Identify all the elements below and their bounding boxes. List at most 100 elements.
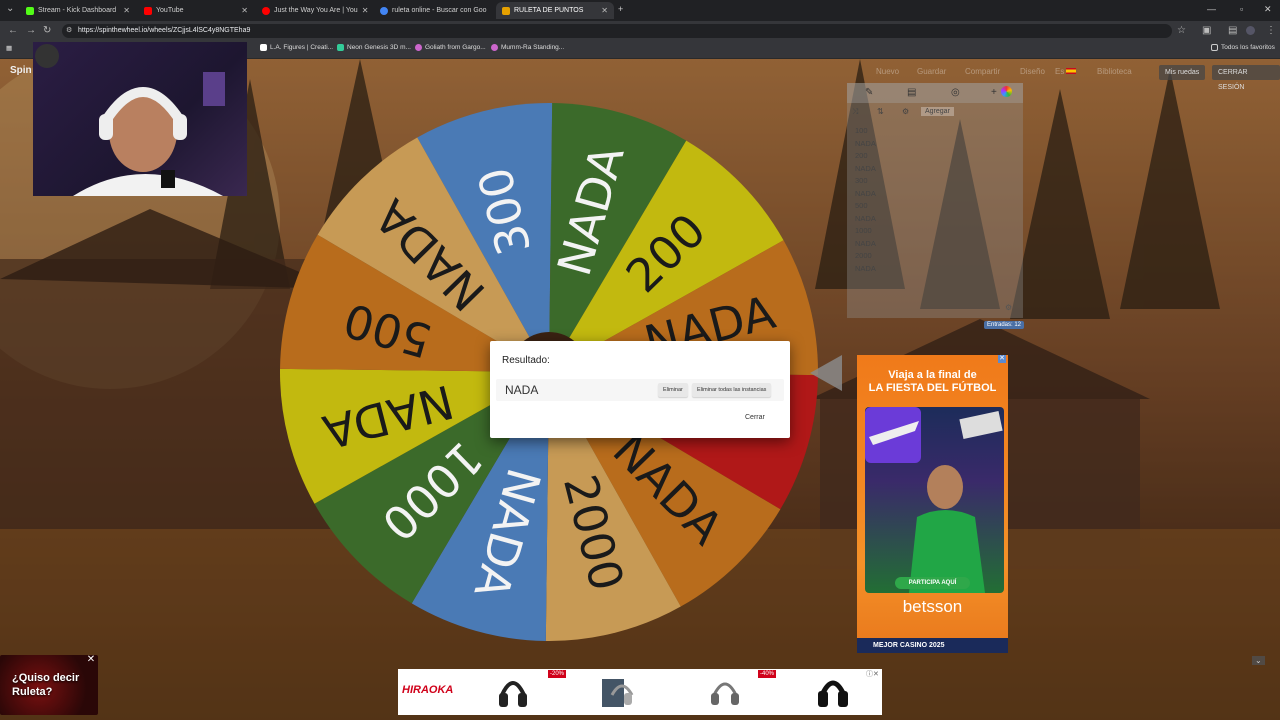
ad-brand: HIRAOKA — [402, 684, 454, 696]
ad-close-icon[interactable]: ✕ — [86, 655, 96, 665]
entry-item[interactable]: NADA — [855, 238, 876, 251]
headset-product[interactable] — [708, 671, 742, 711]
settings-icon[interactable]: ⚙ — [1005, 303, 1012, 312]
discount-badge: -40% — [758, 670, 777, 678]
entry-item[interactable]: 2000 — [855, 250, 876, 263]
hide-icon[interactable]: ◎ — [951, 87, 960, 98]
extensions-icon[interactable]: ▣ — [1202, 25, 1211, 36]
address-bar-row: ← → ↻ https://spinthewheel.io/wheels/ZCj… — [0, 21, 1280, 41]
ad-brand: betsson — [902, 597, 963, 616]
apps-icon[interactable]: ▦ — [6, 44, 12, 52]
entry-item[interactable]: 200 — [855, 150, 876, 163]
bookmark-item[interactable]: Mumm-Ra Standing... — [491, 44, 564, 51]
close-tab-icon[interactable]: ✕ — [601, 6, 608, 15]
close-tab-icon[interactable]: ✕ — [123, 6, 130, 15]
headphones-product[interactable] — [496, 671, 530, 711]
webcam-overlay — [33, 42, 247, 196]
url-input[interactable]: https://spinthewheel.io/wheels/ZCjjsL4lS… — [62, 24, 1172, 38]
result-row: NADA Eliminar Eliminar todas las instanc… — [496, 379, 784, 401]
entries-panel: ✎ ▤ ◎ + ⤨ ⇅ ⚙ Agregar 100 NADA 200 NADA … — [847, 83, 1023, 318]
ad-headline-2: LA FIESTA DEL FÚTBOL — [868, 382, 997, 394]
nav-library[interactable]: Biblioteca — [1097, 67, 1132, 76]
bookmark-item[interactable]: L.A. Figures | Creati... — [260, 44, 333, 51]
ad-cta-button[interactable]: PARTICIPA AQUÍ — [895, 577, 970, 589]
close-tab-icon[interactable]: ✕ — [362, 6, 369, 15]
menu-icon[interactable]: ⋮ — [1266, 25, 1276, 36]
logout-button[interactable]: CERRAR SESIÓN — [1212, 65, 1280, 91]
bookmark-item[interactable]: Neon Genesis 3D m... — [337, 44, 411, 51]
entry-item[interactable]: NADA — [855, 263, 876, 276]
dialog-title: Resultado: — [502, 355, 550, 366]
entry-item[interactable]: NADA — [855, 213, 876, 226]
entry-count-badge: Entradas: 12 — [984, 321, 1025, 329]
betsson-ad[interactable]: ✕ Viaja a la final de LA FIESTA DEL FÚTB… — [857, 355, 1008, 653]
entry-item[interactable]: NADA — [855, 138, 876, 151]
youtube-icon — [144, 6, 152, 15]
ad-text: ¿Quiso decir Ruleta? — [12, 672, 80, 698]
minimize-icon[interactable]: — — [1207, 4, 1216, 14]
reload-icon[interactable]: ↻ — [43, 25, 51, 36]
streamer-image — [35, 44, 225, 196]
youtube-icon — [262, 6, 270, 15]
site-info-icon[interactable]: ⚙ — [66, 26, 72, 34]
gaming-headset-product[interactable] — [816, 671, 850, 711]
panel-subtoolbar: ⤨ ⇅ ⚙ Agregar — [847, 105, 1023, 119]
kick-icon — [26, 6, 34, 15]
tab-ruleta-de-puntos[interactable]: RULETA DE PUNTOS ✕ — [496, 2, 614, 19]
color-wheel-icon[interactable] — [1001, 86, 1012, 97]
back-icon[interactable]: ← — [8, 25, 18, 36]
sidebar-icon[interactable]: ▤ — [1228, 25, 1237, 36]
entry-item[interactable]: NADA — [855, 188, 876, 201]
tab-search-icon[interactable]: ⌄ — [6, 3, 14, 14]
ad-close-icon[interactable]: ⓘ✕ — [866, 669, 879, 679]
new-tab-icon[interactable]: + — [618, 4, 623, 14]
profile-avatar[interactable] — [1246, 26, 1255, 35]
chevron-down-icon[interactable]: ⌄ — [1252, 656, 1265, 665]
spain-flag-icon — [1066, 68, 1076, 74]
entry-item[interactable]: 100 — [855, 125, 876, 138]
hiraoka-ad[interactable]: HIRAOKA -20% -40% ⓘ✕ — [398, 669, 882, 715]
nav-save[interactable]: Guardar — [917, 67, 946, 76]
entry-item[interactable]: 300 — [855, 175, 876, 188]
remove-button[interactable]: Eliminar — [658, 383, 688, 397]
nav-language[interactable]: Es — [1055, 67, 1064, 76]
maximize-icon[interactable]: ▫ — [1240, 4, 1243, 14]
ad-close-icon[interactable]: ✕ — [998, 355, 1006, 363]
ad-headline-1: Viaja a la final de — [888, 369, 977, 381]
wheel-icon — [502, 6, 510, 15]
tab-google-search[interactable]: ruleta online - Buscar con Goo ✕ — [374, 2, 490, 19]
tab-youtube[interactable]: YouTube ✕ — [138, 2, 254, 19]
add-icon[interactable]: + — [991, 87, 997, 98]
close-tab-icon[interactable]: ✕ — [241, 6, 248, 15]
my-wheels-button[interactable]: Mis ruedas — [1159, 65, 1206, 80]
entries-list[interactable]: 100 NADA 200 NADA 300 NADA 500 NADA 1000… — [855, 125, 876, 275]
nav-share[interactable]: Compartir — [965, 67, 1000, 76]
browser-tab-bar: ⌄ Stream - Kick Dashboard ✕ YouTube ✕ Ju… — [0, 0, 1280, 21]
bookmark-item[interactable]: Goliath from Gargo... — [415, 44, 486, 51]
clipboard-icon[interactable]: ▤ — [907, 87, 916, 98]
ad-photo — [865, 407, 1004, 593]
tab-just-the-way[interactable]: Just the Way You Are | You ✕ — [256, 2, 372, 19]
shuffle-icon[interactable]: ⤨ — [852, 107, 858, 117]
sort-icon[interactable]: ⇅ — [877, 107, 884, 116]
headset-product[interactable] — [600, 671, 634, 711]
settings-icon[interactable]: ⚙ — [902, 107, 909, 116]
forward-icon[interactable]: → — [26, 25, 36, 36]
add-entry-button[interactable]: Agregar — [921, 107, 954, 116]
entry-item[interactable]: NADA — [855, 163, 876, 176]
entry-item[interactable]: 1000 — [855, 225, 876, 238]
close-window-icon[interactable]: ✕ — [1264, 4, 1272, 15]
all-bookmarks[interactable]: Todos los favoritos — [1211, 44, 1275, 51]
roulette-ad[interactable]: ¿Quiso decir Ruleta? ✕ — [0, 655, 98, 715]
tab-kick-dashboard[interactable]: Stream - Kick Dashboard ✕ — [20, 2, 136, 19]
edit-icon[interactable]: ✎ — [865, 87, 873, 98]
nav-design[interactable]: Diseño — [1020, 67, 1045, 76]
site-logo[interactable]: Spin — [10, 65, 32, 76]
close-button[interactable]: Cerrar — [745, 414, 765, 421]
remove-all-button[interactable]: Eliminar todas las instancias — [692, 383, 772, 397]
nav-new[interactable]: Nuevo — [876, 67, 899, 76]
bookmark-star-icon[interactable]: ☆ — [1177, 25, 1186, 36]
discount-badge: -20% — [548, 670, 567, 678]
entry-item[interactable]: 500 — [855, 200, 876, 213]
result-dialog: Resultado: NADA Eliminar Eliminar todas … — [490, 341, 790, 438]
